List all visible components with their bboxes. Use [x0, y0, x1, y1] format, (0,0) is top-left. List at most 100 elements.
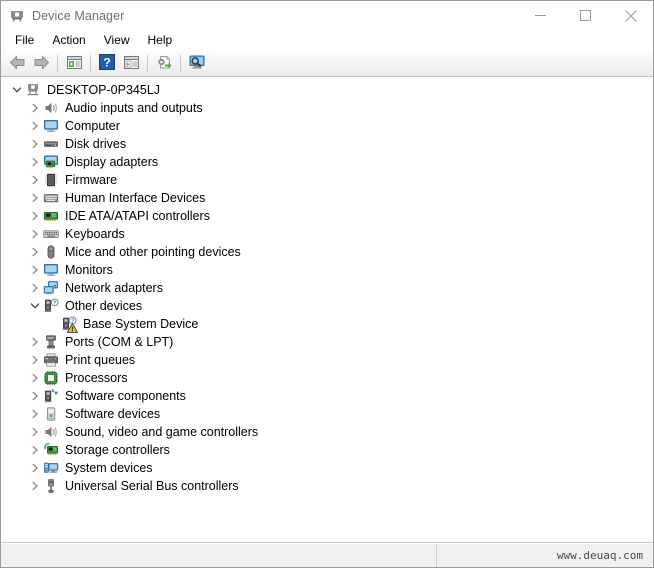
tree-item[interactable]: Ports (COM & LPT) [1, 333, 653, 351]
back-button[interactable] [5, 52, 29, 75]
storage-controller-icon [43, 442, 59, 458]
mouse-icon [43, 244, 59, 260]
tree-item[interactable]: Software components [1, 387, 653, 405]
chevron-down-icon[interactable] [9, 82, 25, 98]
chevron-down-icon[interactable] [27, 298, 43, 314]
status-bar-right-pane: www.deuaq.com [437, 544, 653, 567]
tree-item[interactable]: Storage controllers [1, 441, 653, 459]
show-hidden-devices-button[interactable] [119, 52, 143, 75]
tree-item[interactable]: Print queues [1, 351, 653, 369]
svg-text:?: ? [103, 56, 110, 70]
ide-controller-icon [43, 208, 59, 224]
chevron-right-icon[interactable] [27, 370, 43, 386]
maximize-button[interactable] [563, 1, 608, 30]
status-bar: www.deuaq.com [1, 543, 653, 567]
tree-item[interactable]: Audio inputs and outputs [1, 99, 653, 117]
chevron-right-icon[interactable] [27, 154, 43, 170]
properties-window-icon [66, 55, 83, 73]
chevron-right-icon[interactable] [27, 172, 43, 188]
window-play-icon [123, 55, 140, 73]
chevron-right-icon[interactable] [27, 424, 43, 440]
tree-item-label: Network adapters [65, 281, 163, 295]
tree-item-label: Computer [65, 119, 120, 133]
hid-icon [43, 190, 59, 206]
window-title: Device Manager [32, 8, 125, 23]
menu-item-file[interactable]: File [6, 31, 43, 50]
tree-item-label: Audio inputs and outputs [65, 101, 203, 115]
tree-item[interactable]: Mice and other pointing devices [1, 243, 653, 261]
tree-item[interactable]: Computer [1, 117, 653, 135]
tree-item[interactable]: ? Base System Device [1, 315, 653, 333]
tree-item[interactable]: System devices [1, 459, 653, 477]
tree-item-label: Human Interface Devices [65, 191, 206, 205]
watermark-text: www.deuaq.com [556, 549, 643, 562]
forward-arrow-icon [33, 55, 50, 73]
chevron-right-icon[interactable] [27, 352, 43, 368]
chevron-right-icon[interactable] [27, 478, 43, 494]
tree-item[interactable]: IDE ATA/ATAPI controllers [1, 207, 653, 225]
chevron-right-icon[interactable] [27, 334, 43, 350]
properties-button[interactable] [62, 52, 86, 75]
device-tree[interactable]: DESKTOP-0P345LJ Audio inputs and outputs C… [1, 77, 653, 543]
device-manager-window: Device Manager File Action View Help ? D… [0, 0, 654, 568]
menu-item-action[interactable]: Action [43, 31, 94, 50]
tree-item-label: Software components [65, 389, 186, 403]
menu-bar: File Action View Help [1, 30, 653, 51]
tree-item[interactable]: Processors [1, 369, 653, 387]
tree-item[interactable]: Software devices [1, 405, 653, 423]
gear-page-icon [156, 55, 173, 73]
back-arrow-icon [9, 55, 26, 73]
chevron-right-icon[interactable] [27, 190, 43, 206]
tree-item[interactable]: Network adapters [1, 279, 653, 297]
caption-buttons [518, 1, 653, 30]
tree-item[interactable]: Firmware [1, 171, 653, 189]
speaker-icon [43, 424, 59, 440]
update-driver-button[interactable] [152, 52, 176, 75]
tree-item[interactable]: DESKTOP-0P345LJ [1, 81, 653, 99]
tree-item[interactable]: Human Interface Devices [1, 189, 653, 207]
tree-item-label: Display adapters [65, 155, 159, 169]
chevron-right-icon[interactable] [27, 226, 43, 242]
tree-item[interactable]: Sound, video and game controllers [1, 423, 653, 441]
chevron-right-icon[interactable] [27, 280, 43, 296]
scan-hardware-changes-button[interactable] [185, 52, 209, 75]
tree-item-label: Software devices [65, 407, 161, 421]
chevron-right-icon[interactable] [27, 442, 43, 458]
chevron-right-icon[interactable] [27, 388, 43, 404]
help-button[interactable]: ? [95, 52, 119, 75]
tree-item[interactable]: ? Other devices [1, 297, 653, 315]
chevron-right-icon[interactable] [27, 118, 43, 134]
usb-icon [43, 478, 59, 494]
menu-item-view[interactable]: View [95, 31, 139, 50]
warning-triangle-icon [66, 322, 79, 333]
menu-item-help[interactable]: Help [139, 31, 182, 50]
tree-item-label: Base System Device [83, 317, 199, 331]
chevron-right-icon[interactable] [27, 244, 43, 260]
chevron-right-icon[interactable] [27, 262, 43, 278]
chevron-right-icon[interactable] [27, 100, 43, 116]
tree-item[interactable]: Disk drives [1, 135, 653, 153]
toolbar: ? [1, 51, 653, 77]
tree-item-label: Storage controllers [65, 443, 170, 457]
minimize-button[interactable] [518, 1, 563, 30]
tree-item-label: DESKTOP-0P345LJ [47, 83, 161, 97]
tree-item[interactable]: Monitors [1, 261, 653, 279]
status-bar-left-pane [1, 544, 437, 567]
software-device-icon [43, 406, 59, 422]
network-adapter-icon [43, 280, 59, 296]
chevron-right-icon[interactable] [27, 406, 43, 422]
forward-button[interactable] [29, 52, 53, 75]
tree-item[interactable]: Display adapters [1, 153, 653, 171]
chevron-right-icon[interactable] [27, 460, 43, 476]
tree-item[interactable]: Keyboards [1, 225, 653, 243]
software-component-icon [43, 388, 59, 404]
chevron-right-icon[interactable] [27, 136, 43, 152]
chevron-right-icon[interactable] [27, 208, 43, 224]
other-device-icon: ? [43, 298, 59, 314]
close-button[interactable] [608, 1, 653, 30]
monitor-icon [43, 262, 59, 278]
system-device-icon [43, 460, 59, 476]
tree-item-label: Print queues [65, 353, 136, 367]
toolbar-separator-3 [147, 55, 148, 72]
tree-item[interactable]: Universal Serial Bus controllers [1, 477, 653, 495]
